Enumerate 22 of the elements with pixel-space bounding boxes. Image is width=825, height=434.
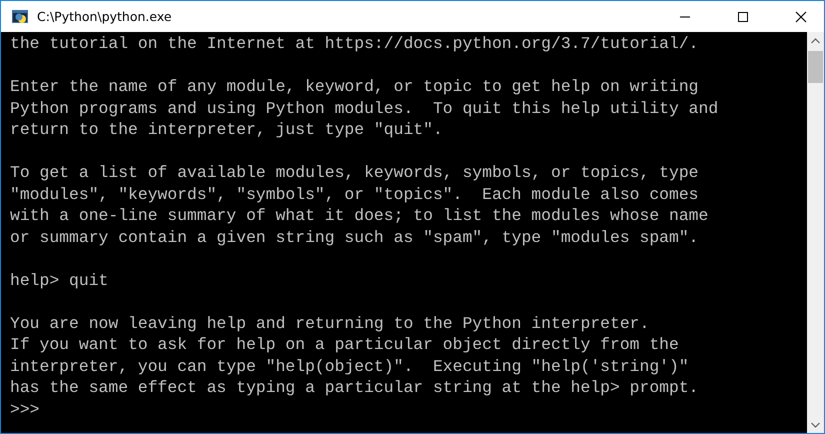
console-line: or summary contain a given string such as "spam", type "modules spam".	[10, 226, 699, 248]
console-line: You are now leaving help and returning to the Python interpreter.	[10, 312, 650, 334]
scrollbar-thumb[interactable]	[808, 51, 823, 83]
console-line: with a one-line summary of what it does; to list the modules whose name	[10, 205, 708, 226]
console-line: has the same effect as typing a particular string at the help> prompt.	[10, 377, 699, 398]
console-line: Python programs and using Python modules. To quit this help utility and	[10, 98, 718, 119]
console-line: the tutorial on the Internet at https://docs.python.org/3.7/tutorial/.	[10, 33, 699, 54]
console-line: Enter the name of any module, keyword, or topic to get help on writing	[10, 76, 699, 98]
console-line: To get a list of available modules, keywords, symbols, or topics, type	[10, 162, 699, 184]
console-line: help> quit	[10, 270, 108, 291]
scroll-down-icon[interactable]	[811, 422, 820, 428]
scrollbar[interactable]	[807, 32, 824, 433]
maximize-icon[interactable]	[737, 10, 749, 22]
scroll-up-icon[interactable]	[811, 38, 820, 44]
console-app-icon	[11, 8, 29, 26]
window-title: C:\Python\python.exe	[37, 9, 173, 24]
console-line: return to the interpreter, just type "quit".	[10, 119, 443, 140]
console-line: "modules", "keywords", "symbols", or "topics". Each module also comes	[10, 184, 699, 205]
console-line: If you want to ask for help on a particular object directly from the	[10, 334, 679, 356]
console-line: interpreter, you can type "help(object)". Executing "help('string')"	[10, 356, 689, 377]
close-icon[interactable]	[795, 10, 807, 22]
console-line: >>>	[10, 398, 40, 420]
